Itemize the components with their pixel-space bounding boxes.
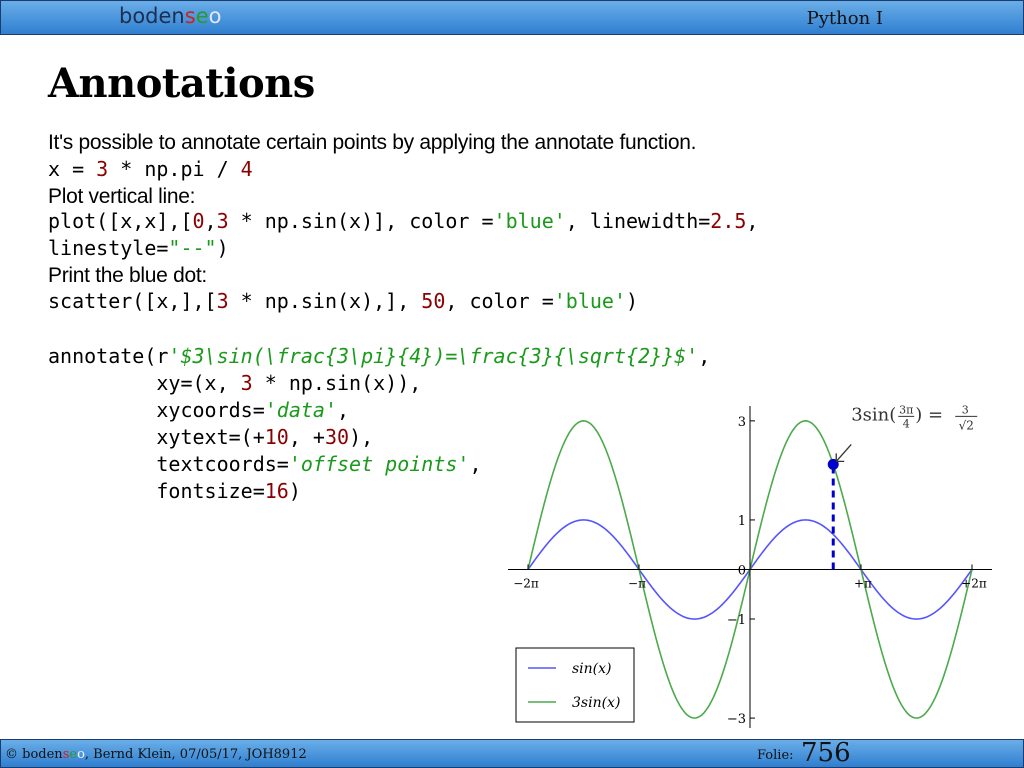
y-tick-label: 0 <box>738 563 746 578</box>
annotation-formula: 3sin(3π4 ) = 3 √2 <box>851 403 978 432</box>
code-scatter-line: scatter([x,],[3 * np.sin(x),], 50, color… <box>48 289 639 313</box>
code-plot-line-1: plot([x,x],[0,3 * np.sin(x)], color ='bl… <box>48 209 759 233</box>
x-tick-label: −π <box>628 576 646 590</box>
x-tick-label: +2π <box>961 576 987 590</box>
y-tick-label: 3 <box>738 415 746 430</box>
slide-title: Annotations <box>48 60 315 107</box>
code-annotate-line-3: xycoords='data', <box>48 398 350 422</box>
code-annotate-line-5: textcoords='offset points', <box>48 452 482 476</box>
course-title: Python I <box>806 8 883 29</box>
print-dot-label: Print the blue dot: <box>48 264 207 287</box>
code-plot-line-2: linestyle="--") <box>48 236 229 260</box>
y-tick-label: −3 <box>727 712 746 727</box>
y-tick-label: −1 <box>727 613 746 628</box>
bodenseo-logo: bodenseo <box>119 4 222 28</box>
x-tick-label: −2π <box>513 576 539 590</box>
header-bar: bodenseo Python I <box>0 0 1024 35</box>
intro-text: It's possible to annotate certain points… <box>48 131 697 154</box>
annotation-equals: ) = <box>915 404 943 425</box>
sine-chart: −2π −π +π +2π 3 1 0 −1 −3 3sin(3π4 ) = 3 √2 sin(x) 3s… <box>508 403 992 728</box>
folio-label: Folie: <box>757 748 794 763</box>
annotation-rhs-top: 3 <box>962 403 969 416</box>
annotation-frac-bottom: 4 <box>903 417 910 430</box>
code-annotate-line-6: fontsize=16) <box>48 479 301 503</box>
footer-copyright: © bodenseo, Bernd Klein, 07/05/17, JOH89… <box>5 747 307 762</box>
footer-bar: © bodenseo, Bernd Klein, 07/05/17, JOH89… <box>0 738 1024 768</box>
annotation-frac-top: 3π <box>899 403 913 416</box>
legend: sin(x) 3sin(x) <box>515 647 635 723</box>
annotation-arrow <box>835 443 852 462</box>
annotation-rhs-bottom: √2 <box>959 418 974 432</box>
code-annotate-line-4: xytext=(+10, +30), <box>48 425 374 449</box>
annotation-lead: 3sin( <box>851 404 896 425</box>
code-annotate-line-1: annotate(r'$3\sin(\frac{3\pi}{4})=\frac{… <box>48 344 711 368</box>
code-annotate-line-2: xy=(x, 3 * np.sin(x)), <box>48 371 422 395</box>
x-tick-label: +π <box>854 576 872 590</box>
y-tick-label: 1 <box>738 514 746 529</box>
plot-vertical-label: Plot vertical line: <box>48 185 196 208</box>
page-number: 756 <box>801 738 851 768</box>
code-line-x: x = 3 * np.pi / 4 <box>48 157 253 181</box>
legend-label: sin(x) <box>572 661 612 677</box>
legend-label: 3sin(x) <box>572 695 620 711</box>
